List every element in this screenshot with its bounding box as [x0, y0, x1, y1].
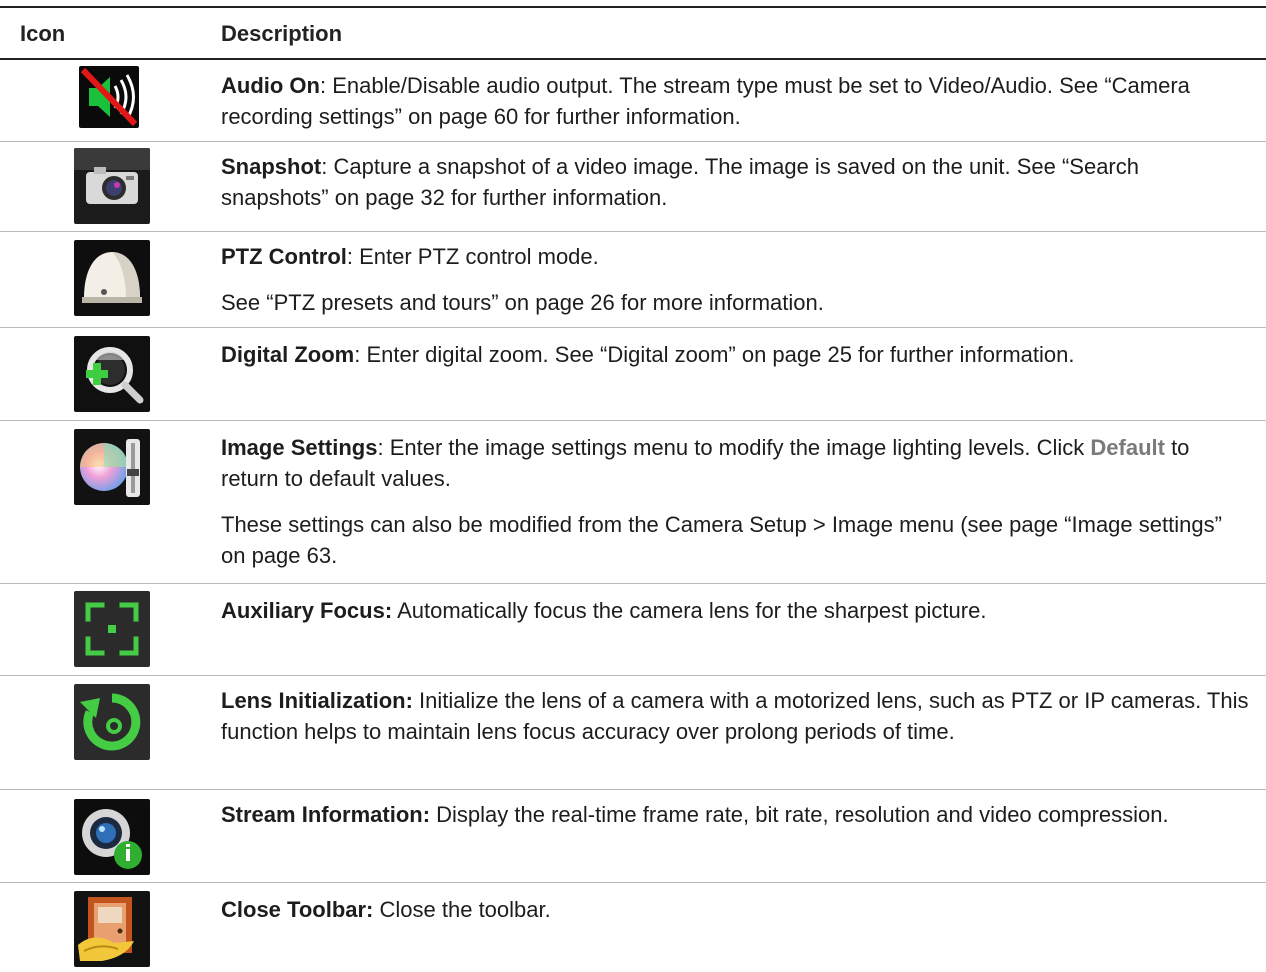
row-rule [0, 789, 1266, 790]
row-text: Automatically focus the camera lens for … [397, 598, 987, 623]
row-title: Close Toolbar: [221, 897, 374, 922]
row-title: Digital Zoom [221, 342, 355, 367]
row-rule [0, 327, 1266, 328]
row-description: Close Toolbar: Close the toolbar. [221, 894, 1261, 925]
snapshot-icon [74, 148, 150, 224]
image-settings-icon [74, 429, 150, 505]
row-title: Audio On [221, 73, 320, 98]
row-rule [0, 141, 1266, 142]
row-text: Enter digital zoom. See “Digital zoom” o… [366, 342, 1075, 367]
row-rule [0, 675, 1266, 676]
default-keyword: Default [1090, 435, 1165, 460]
ptz-dome-icon [74, 240, 150, 316]
row-text: Capture a snapshot of a video image. The… [221, 154, 1139, 210]
row-separator: : [377, 435, 390, 460]
lens-initialization-icon [74, 684, 150, 760]
row-description: PTZ Control: Enter PTZ control mode. See… [221, 241, 1261, 318]
row-text: Enable/Disable audio output. The stream … [221, 73, 1190, 129]
row-description: Snapshot: Capture a snapshot of a video … [221, 151, 1251, 213]
row-description: Audio On: Enable/Disable audio output. T… [221, 70, 1261, 132]
header-icon: Icon [20, 21, 66, 46]
table-top-rule [0, 6, 1266, 8]
stream-information-icon [74, 799, 150, 875]
row-description: Digital Zoom: Enter digital zoom. See “D… [221, 339, 1266, 370]
close-toolbar-icon [74, 891, 150, 967]
row-text: Enter PTZ control mode. [359, 244, 599, 269]
row-rule [0, 882, 1266, 883]
audio-on-icon [79, 66, 139, 128]
row-separator: : [319, 73, 333, 98]
row-description: Image Settings: Enter the image settings… [221, 432, 1251, 571]
row-description: Stream Information: Display the real-tim… [221, 799, 1221, 830]
row-title: Image Settings [221, 435, 378, 460]
row-separator: : [354, 342, 367, 367]
row-title: PTZ Control [221, 244, 347, 269]
row-separator: : [346, 244, 360, 269]
digital-zoom-icon [74, 336, 150, 412]
row-title: Snapshot [221, 154, 322, 179]
row-title: Lens Initialization: [221, 688, 413, 713]
row-rule [0, 420, 1266, 421]
row-text: Enter the image settings menu to modify … [389, 435, 1091, 460]
row-title: Auxiliary Focus: [221, 598, 393, 623]
row-title: Stream Information: [221, 802, 431, 827]
row-separator: : [321, 154, 334, 179]
header-rule [0, 58, 1266, 60]
row-text-secondary: See “PTZ presets and tours” on page 26 f… [221, 290, 824, 315]
row-text-secondary: These settings can also be modified from… [221, 512, 1222, 568]
row-description: Lens Initialization: Initialize the lens… [221, 685, 1261, 747]
row-rule [0, 583, 1266, 584]
auxiliary-focus-icon [74, 591, 150, 667]
row-description: Auxiliary Focus: Automatically focus the… [221, 595, 1261, 626]
row-text: Close the toolbar. [379, 897, 551, 922]
row-rule [0, 231, 1266, 232]
row-text: Display the real-time frame rate, bit ra… [436, 802, 1169, 827]
header-description: Description [221, 21, 343, 46]
